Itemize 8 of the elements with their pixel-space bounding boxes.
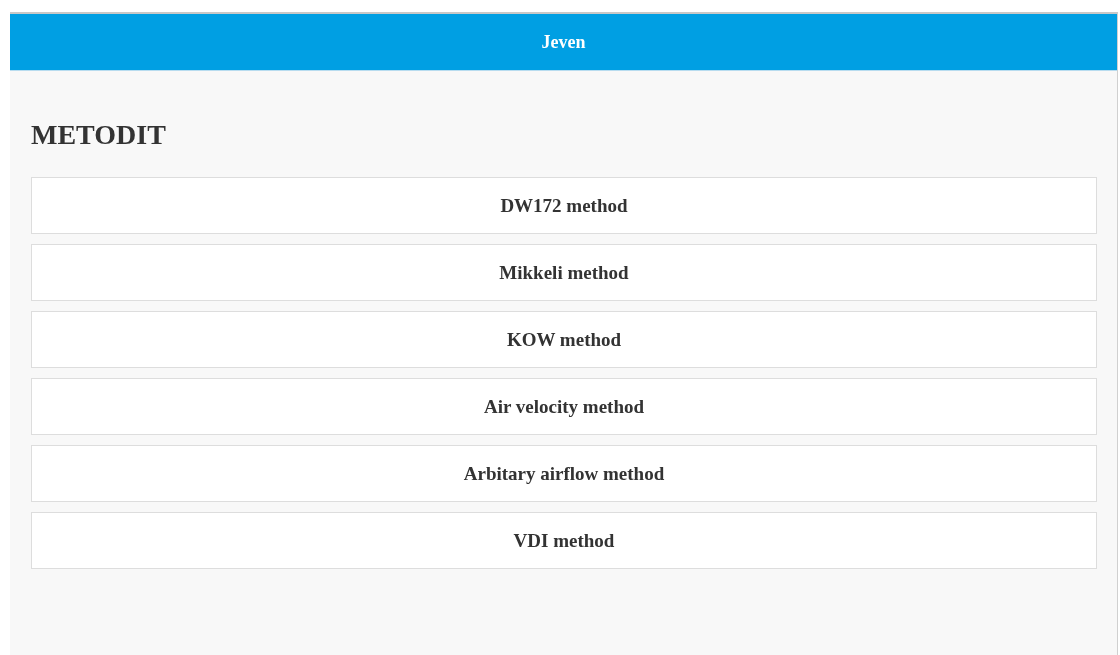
- method-button[interactable]: DW172 method: [31, 177, 1097, 234]
- method-button[interactable]: Mikkeli method: [31, 244, 1097, 301]
- method-button[interactable]: VDI method: [31, 512, 1097, 569]
- method-button[interactable]: Arbitary airflow method: [31, 445, 1097, 502]
- method-button[interactable]: KOW method: [31, 311, 1097, 368]
- method-button[interactable]: Air velocity method: [31, 378, 1097, 435]
- app-title: Jeven: [541, 31, 586, 53]
- section-title: METODIT: [31, 119, 167, 151]
